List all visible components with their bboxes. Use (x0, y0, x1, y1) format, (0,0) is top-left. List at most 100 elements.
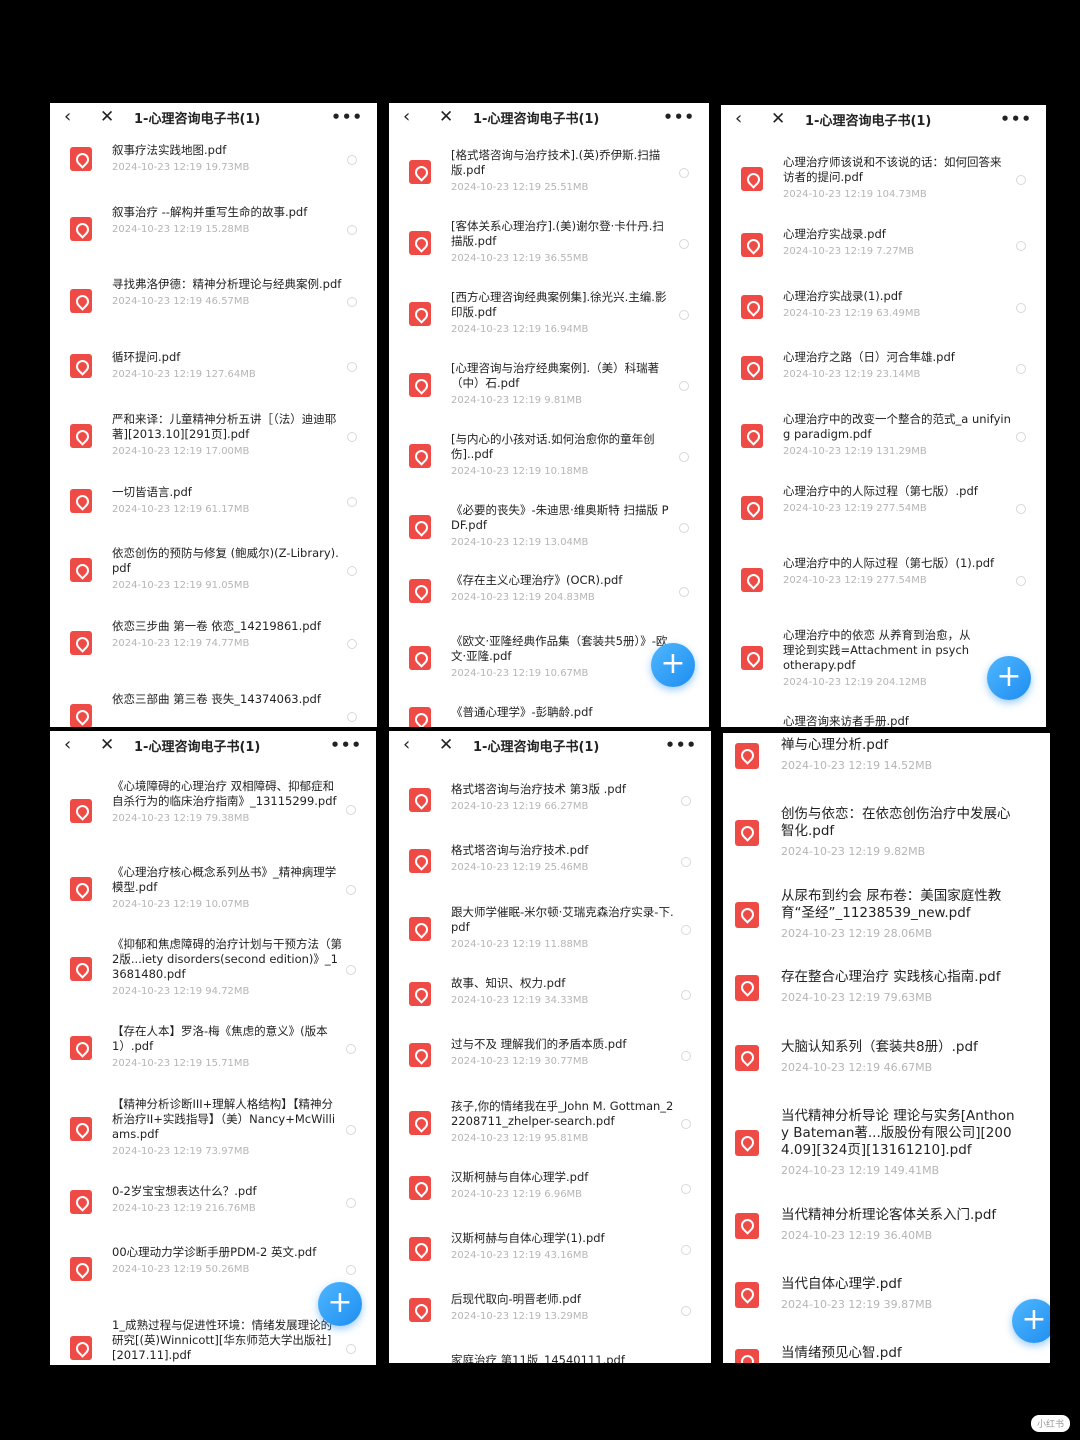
list-item[interactable]: 《必要的丧失》-朱迪思·维奥斯特 扫描版 PDF.pdf 2024-10-23 1… (389, 503, 709, 553)
more-icon[interactable]: ••• (1000, 110, 1032, 128)
list-item[interactable]: 当代自体心理学.pdf 2024-10-23 12:19 39.87MB (723, 1276, 1050, 1316)
list-item[interactable]: 禅与心理分析.pdf 2024-10-23 12:19 14.52MB (723, 737, 1050, 777)
list-item[interactable]: 格式塔咨询与治疗技术.pdf 2024-10-23 12:19 25.46MB (389, 843, 711, 883)
select-radio[interactable] (681, 925, 691, 935)
back-icon[interactable]: ‹ (403, 736, 417, 754)
select-radio[interactable] (347, 297, 357, 307)
select-radio[interactable] (679, 168, 689, 178)
select-radio[interactable] (681, 796, 691, 806)
list-item[interactable]: [客体关系心理治疗].(美)谢尔登·卡什丹.扫描版.pdf 2024-10-23 … (389, 219, 709, 269)
select-radio[interactable] (347, 432, 357, 442)
select-radio[interactable] (1016, 241, 1026, 251)
list-item[interactable]: 大脑认知系列（套装共8册）.pdf 2024-10-23 12:19 46.67M… (723, 1039, 1050, 1079)
list-item[interactable]: 一切皆语言.pdf 2024-10-23 12:19 61.17MB (50, 485, 377, 525)
more-icon[interactable]: ••• (663, 108, 695, 126)
select-radio[interactable] (347, 155, 357, 165)
list-item[interactable]: 从尿布到约会 尿布卷：美国家庭性教育“圣经”_11238539_new.pdf 2… (723, 888, 1050, 944)
list-item[interactable]: 严和来译：儿童精神分析五讲［（法）迪迪耶著][2013.10][291页].pd… (50, 412, 377, 462)
list-item[interactable]: 心理治疗中的人际过程（第七版）.pdf 2024-10-23 12:19 277.… (721, 484, 1046, 534)
list-item[interactable]: 依恋三步曲 第一卷 依恋_14219861.pdf 2024-10-23 12:1… (50, 619, 377, 669)
list-item[interactable]: 《存在主义心理治疗》(OCR).pdf 2024-10-23 12:19 204.… (389, 573, 709, 613)
list-item[interactable]: 寻找弗洛伊德：精神分析理论与经典案例.pdf 2024-10-23 12:19 4… (50, 277, 377, 327)
select-radio[interactable] (679, 381, 689, 391)
select-radio[interactable] (1016, 432, 1026, 442)
list-item[interactable]: 《普通心理学》-彭聃龄.pdf (389, 705, 709, 727)
select-radio[interactable] (346, 1265, 356, 1275)
list-item[interactable]: 0-2岁宝宝想表达什么？.pdf 2024-10-23 12:19 216.76M… (50, 1184, 376, 1224)
select-radio[interactable] (679, 239, 689, 249)
select-radio[interactable] (679, 310, 689, 320)
list-item[interactable]: 1_成熟过程与促进性环境：情绪发展理论的研究[(英)Winnicott][华东师… (50, 1318, 376, 1365)
list-item[interactable]: 家庭治疗 第11版_14540111.pdf (389, 1353, 711, 1363)
list-item[interactable]: 故事、知识、权力.pdf 2024-10-23 12:19 34.33MB (389, 976, 711, 1016)
select-radio[interactable] (346, 885, 356, 895)
list-item[interactable]: 《心境障碍的心理治疗 双相障碍、抑郁症和自杀行为的临床治疗指南》_1311529… (50, 779, 376, 841)
close-icon[interactable]: ✕ (439, 736, 453, 754)
list-item[interactable]: 孩子,你的情绪我在乎_John M. Gottman_22208711_zhel… (389, 1099, 711, 1149)
list-item[interactable]: 《心理治疗核心概念系列丛书》_精神病理学模型.pdf 2024-10-23 12:… (50, 865, 376, 915)
list-item[interactable]: 心理治疗实战录.pdf 2024-10-23 12:19 7.27MB (721, 227, 1046, 267)
select-radio[interactable] (681, 857, 691, 867)
list-item[interactable]: [与内心的小孩对话.如何治愈你的童年创伤]..pdf 2024-10-23 12:… (389, 432, 709, 482)
more-icon[interactable]: ••• (330, 736, 362, 754)
select-radio[interactable] (1016, 175, 1026, 185)
select-radio[interactable] (1016, 504, 1026, 514)
select-radio[interactable] (679, 587, 689, 597)
back-icon[interactable]: ‹ (403, 108, 417, 126)
close-icon[interactable]: ✕ (439, 108, 453, 126)
select-radio[interactable] (347, 566, 357, 576)
select-radio[interactable] (679, 452, 689, 462)
select-radio[interactable] (681, 1306, 691, 1316)
select-radio[interactable] (681, 1119, 691, 1129)
add-button[interactable]: + (987, 656, 1031, 700)
select-radio[interactable] (1016, 303, 1026, 313)
select-radio[interactable] (681, 990, 691, 1000)
list-item[interactable]: 心理治疗实战录(1).pdf 2024-10-23 12:19 63.49MB (721, 289, 1046, 329)
select-radio[interactable] (347, 712, 357, 722)
select-radio[interactable] (681, 1245, 691, 1255)
back-icon[interactable]: ‹ (64, 736, 78, 754)
select-radio[interactable] (347, 639, 357, 649)
list-item[interactable]: [格式塔咨询与治疗技术].(英)乔伊斯.扫描版.pdf 2024-10-23 12… (389, 148, 709, 198)
select-radio[interactable] (679, 523, 689, 533)
list-item[interactable]: 【精神分析诊断III+理解人格结构】【精神分析治疗II+实践指导】（美）Nanc… (50, 1097, 376, 1161)
list-item[interactable]: 跟大师学催眠-米尔顿·艾瑞克森治疗实录-下.pdf 2024-10-23 12:1… (389, 905, 711, 955)
list-item[interactable]: 叙事疗法实践地图.pdf 2024-10-23 12:19 19.73MB (50, 143, 377, 183)
list-item[interactable]: [西方心理咨询经典案例集].徐光兴.主编.影印版.pdf 2024-10-23 1… (389, 290, 709, 340)
list-item[interactable]: 格式塔咨询与治疗技术 第3版 .pdf 2024-10-23 12:19 66.2… (389, 782, 711, 822)
select-radio[interactable] (346, 805, 356, 815)
list-item[interactable]: 后现代取向-明晋老师.pdf 2024-10-23 12:19 13.29MB (389, 1292, 711, 1332)
close-icon[interactable]: ✕ (100, 108, 114, 126)
back-icon[interactable]: ‹ (64, 108, 78, 126)
list-item[interactable]: 汉斯柯赫与自体心理学(1).pdf 2024-10-23 12:19 43.16M… (389, 1231, 711, 1271)
list-item[interactable]: 汉斯柯赫与自体心理学.pdf 2024-10-23 12:19 6.96MB (389, 1170, 711, 1210)
list-item[interactable]: 循环提问.pdf 2024-10-23 12:19 127.64MB (50, 350, 377, 390)
list-item[interactable]: 过与不及 理解我们的矛盾本质.pdf 2024-10-23 12:19 30.77… (389, 1037, 711, 1077)
list-item[interactable]: 当代精神分析理论客体关系入门.pdf 2024-10-23 12:19 36.40… (723, 1207, 1050, 1247)
select-radio[interactable] (347, 362, 357, 372)
back-icon[interactable]: ‹ (735, 110, 749, 128)
list-item[interactable]: 心理咨询来访者手册.pdf (721, 714, 1046, 727)
list-item[interactable]: 心理治疗师该说和不该说的话：如何回答来访者的提问.pdf 2024-10-23 1… (721, 155, 1046, 205)
list-item[interactable]: 心理治疗中的人际过程（第七版）(1).pdf 2024-10-23 12:19 2… (721, 556, 1046, 606)
add-button[interactable]: + (1012, 1299, 1050, 1343)
add-button[interactable]: + (651, 643, 695, 687)
list-item[interactable]: 心理治疗中的改变一个整合的范式_a unifying paradigm.pdf 2… (721, 412, 1046, 462)
list-item[interactable]: 依恋三部曲 第三卷 丧失_14374063.pdf (50, 692, 377, 727)
close-icon[interactable]: ✕ (771, 110, 785, 128)
select-radio[interactable] (346, 965, 356, 975)
list-item[interactable]: 依恋创伤的预防与修复 (鲍威尔)(Z-Library).pdf 2024-10-2… (50, 546, 377, 596)
select-radio[interactable] (1016, 364, 1026, 374)
select-radio[interactable] (681, 1184, 691, 1194)
list-item[interactable]: 《抑郁和焦虑障碍的治疗计划与干预方法（第2版...iety disorders(… (50, 937, 376, 1003)
select-radio[interactable] (681, 1051, 691, 1061)
add-button[interactable]: + (318, 1282, 362, 1326)
more-icon[interactable]: ••• (331, 108, 363, 126)
list-item[interactable]: 当代精神分析导论 理论与实务[Anthony Bateman著...版股份有限公… (723, 1108, 1050, 1180)
list-item[interactable]: 存在整合心理治疗 实践核心指南.pdf 2024-10-23 12:19 79.6… (723, 969, 1050, 1009)
list-item[interactable]: 叙事治疗 --解构并重写生命的故事.pdf 2024-10-23 12:19 15… (50, 205, 377, 255)
list-item[interactable]: 【存在人本】罗洛-梅《焦虑的意义》(版本1）.pdf 2024-10-23 12:… (50, 1024, 376, 1074)
select-radio[interactable] (346, 1198, 356, 1208)
close-icon[interactable]: ✕ (100, 736, 114, 754)
list-item[interactable]: 当情绪预见心智.pdf (723, 1345, 1050, 1363)
